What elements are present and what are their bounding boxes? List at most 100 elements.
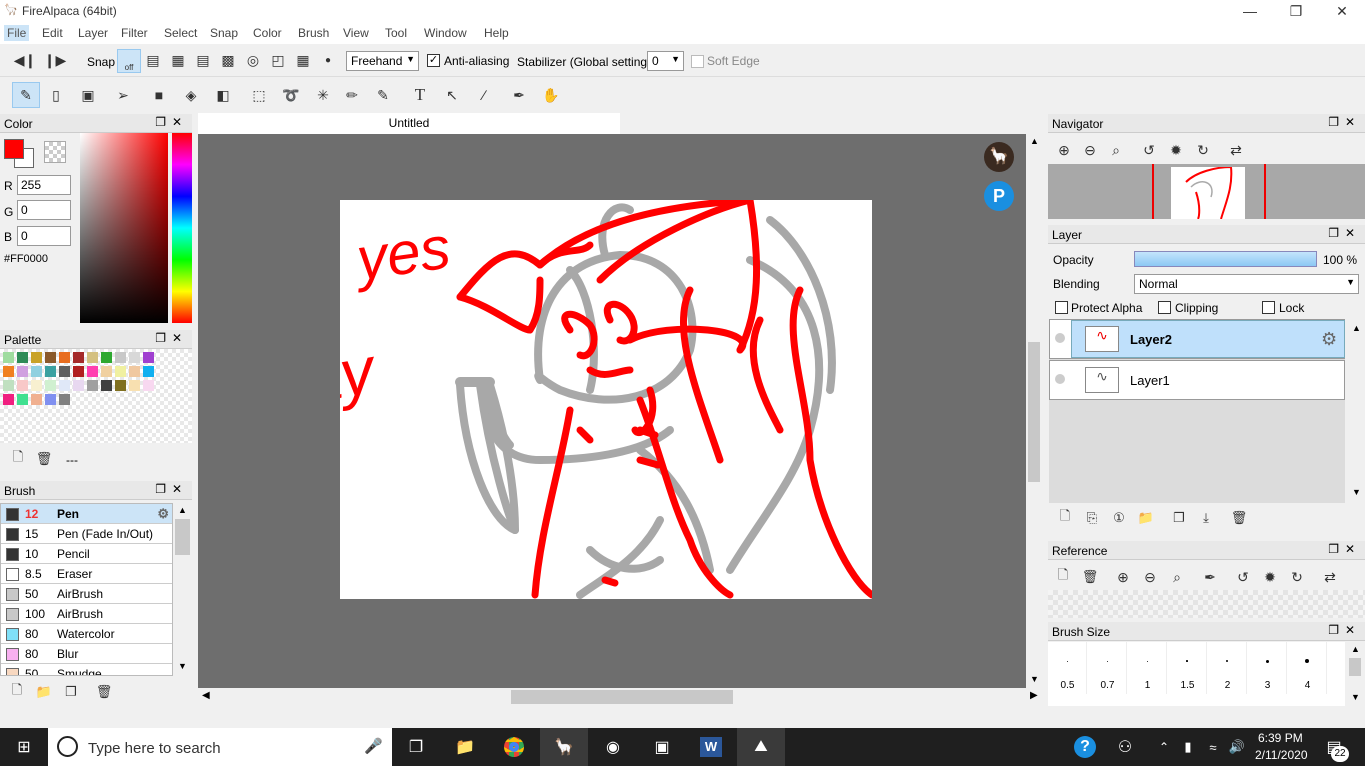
canvas-hscrollbar[interactable]: ◀ ▶ (198, 688, 1042, 706)
brush-size-cell[interactable]: 1.5 (1168, 642, 1207, 694)
chevron-left-icon[interactable]: ◀ (202, 690, 210, 701)
roblox-icon[interactable]: ▣ (638, 728, 686, 766)
brush-size-cell[interactable]: 3 (1248, 642, 1287, 694)
gradient-icon[interactable]: ◧ (211, 83, 235, 107)
palette-swatch[interactable] (3, 394, 14, 405)
palette-swatch[interactable] (115, 380, 126, 391)
palette-swatch[interactable] (143, 366, 154, 377)
layer-scrollbar[interactable]: ▲ ▼ (1348, 319, 1364, 503)
brush-size-cell[interactable]: 1 (1128, 642, 1167, 694)
palette-swatch[interactable] (31, 380, 42, 391)
chrome-icon[interactable] (490, 728, 538, 766)
palette-swatch[interactable] (45, 366, 56, 377)
rotate-right-icon[interactable]: ↻ (1191, 138, 1215, 162)
stroke-mode-select[interactable]: Freehand ▼ (346, 51, 419, 71)
brush-item[interactable]: 10 Pencil (1, 544, 172, 564)
obs-icon[interactable]: ◉ (589, 728, 637, 766)
brush-item[interactable]: 8.5 Eraser (1, 564, 172, 584)
chevron-down-icon[interactable]: ▼ (1030, 674, 1039, 684)
panel-controls[interactable]: ❐✕ (155, 331, 188, 345)
chevron-up-icon[interactable]: ▲ (1351, 644, 1360, 654)
battery-icon[interactable]: ▮ (1176, 728, 1200, 766)
close-button[interactable]: ✕ (1319, 0, 1365, 22)
menu-select[interactable]: Select (161, 25, 200, 41)
brush-size-cell[interactable]: 0.7 (1088, 642, 1127, 694)
g-field[interactable]: 0 (17, 200, 71, 220)
document-tab[interactable]: Untitled (198, 113, 620, 134)
eye-icon[interactable] (1055, 374, 1065, 384)
panel-controls[interactable]: ❐✕ (1328, 542, 1361, 556)
magic-wand-icon[interactable]: ✳ (311, 83, 335, 107)
primary-color[interactable] (4, 139, 24, 159)
delete-brush-icon[interactable]: 🗑 (92, 680, 116, 704)
menu-window[interactable]: Window (421, 25, 470, 41)
soft-edge-checkbox[interactable] (691, 55, 704, 68)
chevron-down-icon[interactable]: ▼ (1351, 692, 1360, 702)
brush-item[interactable]: 12 Pen ⚙ (1, 504, 172, 524)
rotate-left-icon[interactable]: ↺ (1231, 565, 1255, 589)
eyedropper-icon[interactable]: ✒ (1198, 565, 1222, 589)
move-tool-icon[interactable]: ➢ (111, 83, 135, 107)
select-eraser-icon[interactable]: ✎ (371, 83, 395, 107)
panel-controls[interactable]: ❐✕ (1328, 226, 1361, 240)
palette-swatch[interactable] (115, 366, 126, 377)
clock-time[interactable]: 6:39 PM (1258, 731, 1303, 745)
reference-preview[interactable] (1048, 590, 1365, 618)
delete-reference-icon[interactable]: 🗑 (1078, 565, 1102, 589)
delete-palette-icon[interactable]: 🗑 (32, 447, 56, 471)
panel-controls[interactable]: ❐✕ (1328, 623, 1361, 637)
palette-swatch[interactable] (17, 394, 28, 405)
palette-swatch[interactable] (31, 394, 42, 405)
pen-tool-icon[interactable]: ✎ (12, 82, 40, 108)
menu-edit[interactable]: Edit (39, 25, 66, 41)
navigator-preview[interactable] (1048, 164, 1365, 220)
zoom-fit-icon[interactable]: ⌕ (1165, 565, 1189, 589)
snap-radial-icon[interactable]: ▩ (216, 48, 240, 72)
layer-row[interactable]: ∿ Layer1 (1049, 360, 1345, 400)
operation-tool-icon[interactable]: ↖ (440, 83, 464, 107)
palette-swatch[interactable] (59, 394, 70, 405)
select-pen-icon[interactable]: ✏ (340, 83, 364, 107)
palette-swatch[interactable] (87, 380, 98, 391)
zoom-fit-icon[interactable]: ⌕ (1104, 138, 1128, 162)
canvas-vscrollbar[interactable]: ▲ ▼ (1026, 134, 1042, 688)
eye-icon[interactable] (1055, 333, 1065, 343)
r-field[interactable]: 255 (17, 175, 71, 195)
gear-icon[interactable]: ⚙ (157, 506, 169, 522)
zoom-in-icon[interactable]: ⊕ (1052, 138, 1076, 162)
menu-brush[interactable]: Brush (295, 25, 332, 41)
palette-swatch[interactable] (3, 366, 14, 377)
brush-size-cell[interactable]: 4 (1288, 642, 1327, 694)
snap-dot-icon[interactable]: ● (316, 48, 340, 72)
scroll-thumb[interactable] (1028, 342, 1040, 482)
snap-curve-icon[interactable]: ▤ (191, 48, 215, 72)
chevron-up-icon[interactable]: ▲ (1352, 323, 1361, 333)
lock-checkbox[interactable] (1262, 301, 1275, 314)
menu-layer[interactable]: Layer (75, 25, 111, 41)
new-layer-icon[interactable]: 🗋 (1053, 506, 1077, 530)
palette-swatch[interactable] (129, 366, 140, 377)
flip-icon[interactable]: ⇄ (1318, 565, 1342, 589)
brush-item[interactable]: 50 AirBrush (1, 584, 172, 604)
clipping-checkbox[interactable] (1158, 301, 1171, 314)
palette-swatch[interactable] (129, 352, 140, 363)
scroll-thumb[interactable] (1349, 658, 1361, 676)
palette-swatch[interactable] (17, 366, 28, 377)
palette-swatch[interactable] (3, 352, 14, 363)
palette-swatch[interactable] (31, 366, 42, 377)
bucket-icon[interactable]: ◈ (179, 83, 203, 107)
reset-rotation-icon[interactable]: ✹ (1258, 565, 1282, 589)
alpaca-avatar-icon[interactable]: 🦙 (984, 142, 1014, 172)
rect-select-icon[interactable]: ⬚ (247, 83, 271, 107)
saturation-value-picker[interactable] (80, 133, 168, 323)
hue-slider[interactable] (172, 133, 192, 323)
zoom-out-icon[interactable]: ⊖ (1138, 565, 1162, 589)
palette-swatch[interactable] (87, 366, 98, 377)
flip-icon[interactable]: ⇄ (1224, 138, 1248, 162)
palette-swatches[interactable] (0, 349, 192, 443)
chevron-down-icon[interactable]: ▼ (1352, 487, 1361, 497)
eraser-tool-icon[interactable]: ▯ (44, 83, 68, 107)
snap-circle-icon[interactable]: ◎ (241, 48, 265, 72)
rotate-left-icon[interactable]: ↺ (1137, 138, 1161, 162)
brush-size-cell[interactable]: 2 (1208, 642, 1247, 694)
